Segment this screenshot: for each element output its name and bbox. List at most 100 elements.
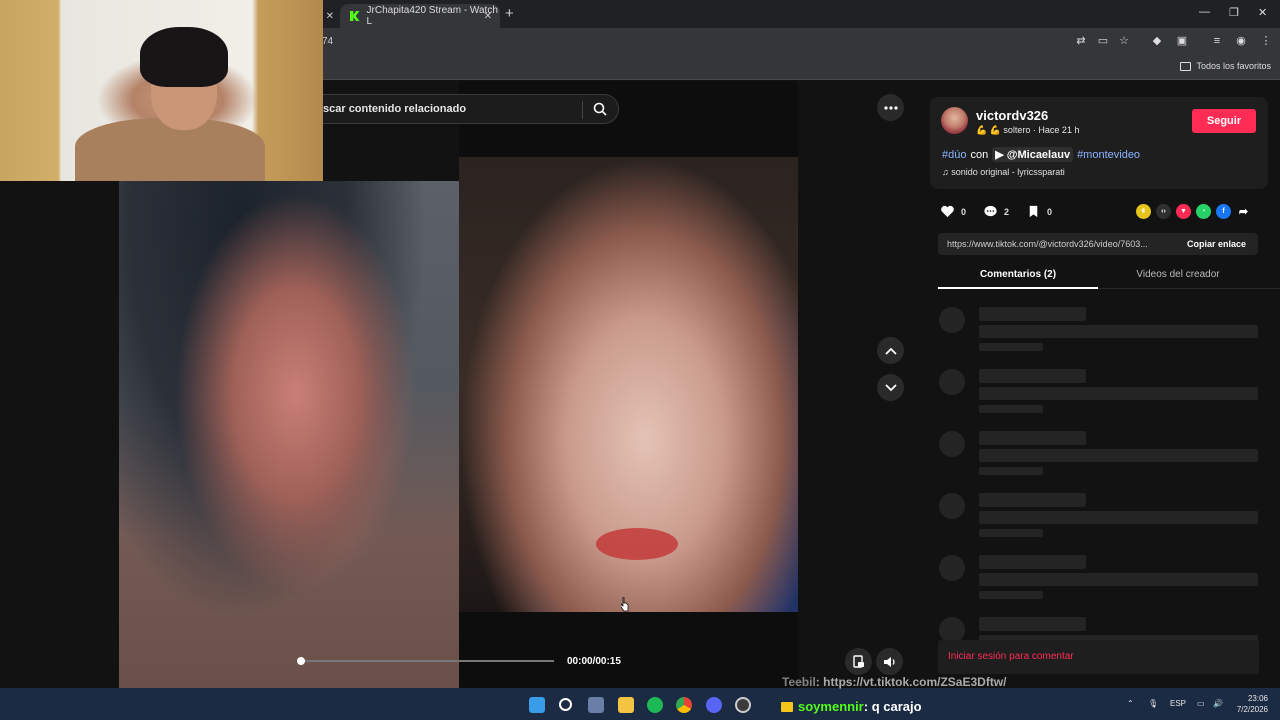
skeleton-line: [979, 343, 1043, 351]
save-count: 0: [1047, 206, 1053, 217]
restore-icon[interactable]: ❐: [1229, 6, 1239, 19]
copy-link-button[interactable]: Copiar enlace: [1187, 239, 1246, 249]
more-dots-icon: [883, 105, 898, 110]
bookmark-star-icon[interactable]: ☆: [1118, 35, 1130, 47]
next-video-button[interactable]: [877, 374, 904, 401]
folder-icon: [1180, 61, 1192, 71]
hashtag-link[interactable]: #montevideo: [1077, 149, 1140, 161]
bookmark-icon: [1029, 205, 1038, 218]
windows-taskbar: [0, 688, 1280, 720]
skeleton-line: [979, 591, 1043, 599]
music-link[interactable]: ♫ sonido original - lyricssparati: [942, 167, 1065, 177]
skeleton-line: [979, 467, 1043, 475]
store-icon[interactable]: [588, 697, 604, 713]
skeleton-line: [979, 449, 1258, 462]
skeleton-avatar: [939, 555, 965, 581]
close-tab-icon[interactable]: ✕: [326, 11, 334, 22]
progress-knob[interactable]: [297, 657, 305, 665]
tray-overflow-icon[interactable]: ⌃: [1127, 699, 1134, 708]
speaker-icon[interactable]: 🔊: [1213, 699, 1223, 708]
puzzle-icon[interactable]: ▣: [1176, 35, 1188, 47]
spotify-icon[interactable]: [647, 697, 663, 713]
video-description: #dúo con ▶ @Micaelauv #montevideo: [942, 147, 1140, 162]
send-to-friends-icon[interactable]: ▼: [1176, 204, 1191, 219]
close-window-icon[interactable]: ✕: [1258, 6, 1267, 19]
hashtag-link[interactable]: #dúo: [942, 149, 966, 161]
webcam-person-hair: [140, 27, 228, 87]
save-button[interactable]: 0: [1026, 204, 1052, 219]
clock-date: 7/2/2026: [1236, 705, 1268, 714]
url-text[interactable]: 74: [322, 36, 333, 47]
video-link-url[interactable]: https://www.tiktok.com/@victordv326/vide…: [947, 239, 1171, 249]
chevron-down-icon: [884, 383, 897, 391]
new-tab-button[interactable]: +: [505, 5, 514, 22]
duet-video-left[interactable]: [119, 181, 459, 688]
comment-count: 2: [1004, 206, 1010, 217]
chat-text: : https://vt.tiktok.com/ZSaE3Dftw/: [815, 675, 1007, 689]
video-time: 00:00/00:15: [567, 656, 621, 667]
obs-icon[interactable]: [735, 697, 751, 713]
whatsapp-icon[interactable]: ◔: [1196, 204, 1211, 219]
skeleton-line: [979, 431, 1086, 445]
subscriber-badge-icon: [781, 701, 793, 712]
comment-button[interactable]: 2: [983, 204, 1009, 219]
previous-video-button[interactable]: [877, 337, 904, 364]
minimize-icon[interactable]: —: [1199, 6, 1210, 18]
translate-icon[interactable]: ⇄: [1075, 35, 1087, 47]
login-to-comment-bar[interactable]: Iniciar sesión para comentar: [938, 640, 1259, 674]
like-button[interactable]: 0: [940, 204, 966, 219]
more-options-button[interactable]: [877, 94, 904, 121]
browser-tab-active[interactable]: JrChapita420 Stream - Watch L ✕: [340, 4, 500, 28]
microphone-icon[interactable]: 🎙: [1148, 699, 1158, 708]
extension-icon[interactable]: ◆: [1151, 35, 1163, 47]
login-to-comment-link[interactable]: Iniciar sesión para comentar: [948, 651, 1074, 662]
video-details-panel: victordv326 💪 💪 soltero · Hace 21 h Segu…: [918, 81, 1280, 688]
skeleton-line: [979, 325, 1258, 338]
close-tab-icon[interactable]: ✕: [484, 11, 492, 22]
mention-link[interactable]: ▶ @Micaelauv: [992, 147, 1074, 162]
all-bookmarks-button[interactable]: Todos los favoritos: [1180, 61, 1271, 71]
volume-button[interactable]: [876, 648, 903, 675]
tab-creator-videos[interactable]: Videos del creador: [1098, 269, 1258, 280]
all-bookmarks-label: Todos los favoritos: [1196, 61, 1271, 71]
embed-icon[interactable]: ‹›: [1156, 204, 1171, 219]
taskbar-clock[interactable]: 23:06 7/2/2026: [1232, 693, 1268, 715]
avatar[interactable]: [941, 107, 968, 134]
tab-active-indicator: [938, 287, 1098, 289]
file-explorer-icon[interactable]: [618, 697, 634, 713]
video-link-box: https://www.tiktok.com/@victordv326/vide…: [938, 233, 1258, 255]
chat-message: Teebil: https://vt.tiktok.com/ZSaE3Dftw/: [782, 675, 1006, 689]
coin-icon[interactable]: ¢: [1136, 204, 1151, 219]
share-buttons: ¢ ‹› ▼ ◔ f ➦: [1136, 204, 1251, 219]
description-text: con: [970, 148, 989, 161]
search-placeholder: scar contenido relacionado: [323, 103, 467, 115]
chat-text: : q carajo: [863, 699, 922, 714]
start-icon[interactable]: [529, 697, 545, 713]
mouse-cursor-icon: [621, 597, 629, 612]
share-arrow-icon[interactable]: ➦: [1236, 204, 1251, 219]
picture-in-picture-button[interactable]: [845, 648, 872, 675]
search-icon[interactable]: [593, 102, 607, 116]
discord-icon[interactable]: [706, 697, 722, 713]
like-count: 0: [961, 206, 967, 217]
chrome-icon[interactable]: [676, 697, 692, 713]
media-controls-icon[interactable]: ≡: [1211, 35, 1223, 47]
skeleton-line: [979, 307, 1086, 321]
follow-button[interactable]: Seguir: [1192, 109, 1256, 133]
tab-comments[interactable]: Comentarios (2): [938, 269, 1098, 280]
language-indicator[interactable]: ESP: [1170, 699, 1186, 708]
kick-favicon-icon: [350, 11, 360, 21]
skeleton-avatar: [939, 369, 965, 395]
skeleton-line: [979, 369, 1086, 383]
menu-icon[interactable]: ⋮: [1260, 35, 1272, 47]
search-taskbar-icon[interactable]: [559, 698, 572, 711]
phone-screen-icon: [852, 655, 864, 668]
skeleton-avatar: [939, 307, 965, 333]
skeleton-line: [979, 511, 1258, 524]
author-username[interactable]: victordv326: [976, 108, 1048, 123]
video-progress-bar[interactable]: [297, 657, 554, 665]
network-icon[interactable]: ▭: [1197, 699, 1205, 708]
profile-icon[interactable]: ◉: [1235, 35, 1247, 47]
facebook-icon[interactable]: f: [1216, 204, 1231, 219]
cast-icon[interactable]: ▭: [1097, 35, 1109, 47]
